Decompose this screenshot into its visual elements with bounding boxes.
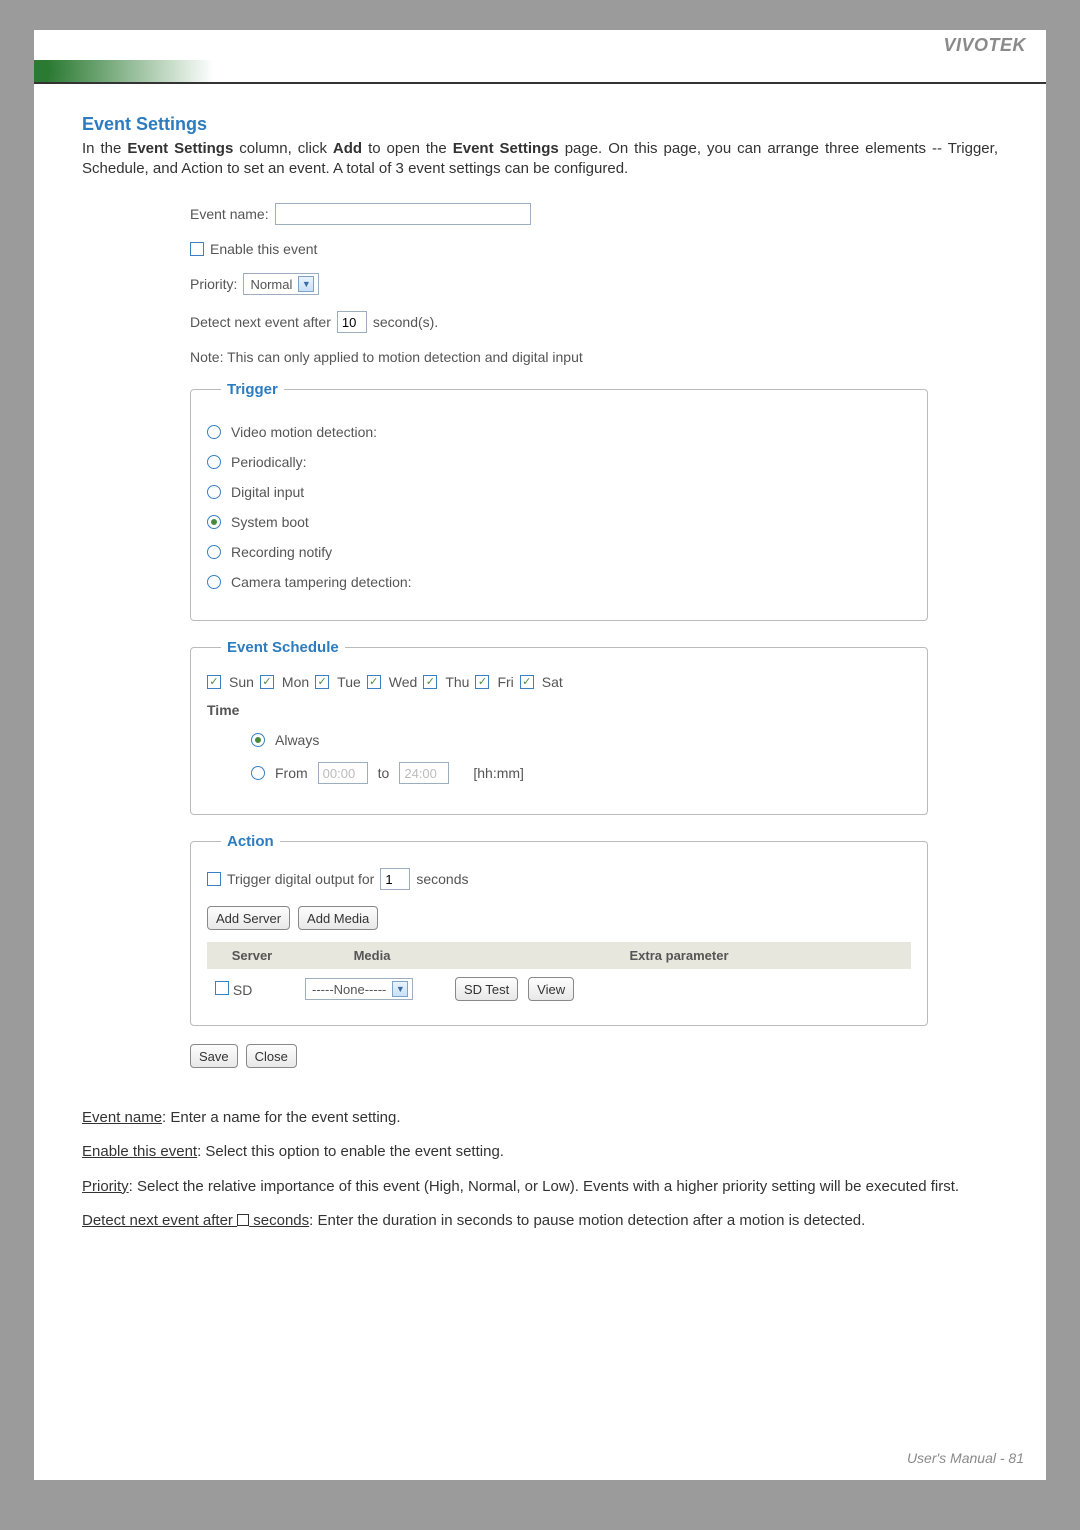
manual-page: VIVOTEK Event Settings In the Event Sett… [34, 30, 1046, 1480]
media-select[interactable]: -----None----- ▼ [305, 978, 413, 1000]
day-wed-label: Wed [389, 674, 418, 690]
desc-detect-term: Detect next event after seconds [82, 1212, 309, 1229]
trigger-periodically-radio[interactable] [207, 455, 221, 469]
chevron-down-icon: ▼ [298, 276, 314, 292]
day-tue-checkbox[interactable]: ✓ [315, 675, 329, 689]
trigger-recording-notify-radio[interactable] [207, 545, 221, 559]
header-bar: VIVOTEK [34, 30, 1046, 60]
trigger-digital-output-prefix: Trigger digital output for [227, 871, 374, 887]
desc-detect-text: : Enter the duration in seconds to pause… [309, 1212, 865, 1229]
trigger-periodically-label: Periodically: [231, 454, 306, 470]
time-from-input[interactable] [318, 762, 368, 784]
desc-enable-text: : Select this option to enable the event… [197, 1143, 504, 1160]
content-area: Event Settings In the Event Settings col… [34, 84, 1046, 1231]
day-fri-label: Fri [497, 674, 513, 690]
sd-test-button[interactable]: SD Test [455, 977, 518, 1001]
sd-checkbox[interactable]: ✓ [215, 981, 229, 995]
schedule-days: ✓ Sun ✓ Mon ✓ Tue ✓ Wed ✓ Thu ✓ Fri ✓ Sat [207, 674, 911, 690]
square-icon [237, 1214, 249, 1226]
col-extra: Extra parameter [447, 942, 911, 969]
trigger-system-boot-label: System boot [231, 514, 309, 530]
desc-event-name-term: Event name [82, 1109, 162, 1126]
save-button[interactable]: Save [190, 1044, 238, 1068]
day-fri-checkbox[interactable]: ✓ [475, 675, 489, 689]
time-from-label: From [275, 765, 308, 781]
add-server-button[interactable]: Add Server [207, 906, 290, 930]
day-sat-checkbox[interactable]: ✓ [520, 675, 534, 689]
trigger-digital-output-suffix: seconds [416, 871, 468, 887]
schedule-fieldset: Event Schedule ✓ Sun ✓ Mon ✓ Tue ✓ Wed ✓ Thu … [190, 639, 928, 815]
intro-paragraph: In the Event Settings column, click Add … [82, 139, 998, 178]
day-sat-label: Sat [542, 674, 563, 690]
trigger-fieldset: Trigger Video motion detection: Periodic… [190, 381, 928, 621]
detect-next-suffix: second(s). [373, 314, 438, 330]
trigger-digital-input-radio[interactable] [207, 485, 221, 499]
day-wed-checkbox[interactable]: ✓ [367, 675, 381, 689]
brand-logo: VIVOTEK [943, 35, 1026, 56]
desc-priority-text: : Select the relative importance of this… [129, 1178, 959, 1195]
day-tue-label: Tue [337, 674, 361, 690]
action-table: Server Media Extra parameter ✓ SD -----N… [207, 942, 911, 1009]
header-divider [34, 60, 1046, 84]
priority-select-value: Normal [250, 277, 292, 292]
page-footer: User's Manual - 81 [907, 1450, 1024, 1466]
action-fieldset: Action ✓ Trigger digital output for seco… [190, 833, 928, 1026]
priority-select[interactable]: Normal ▼ [243, 273, 319, 295]
day-thu-label: Thu [445, 674, 469, 690]
day-sun-checkbox[interactable]: ✓ [207, 675, 221, 689]
action-legend: Action [221, 833, 280, 850]
event-name-label: Event name: [190, 206, 269, 222]
priority-label: Priority: [190, 276, 237, 292]
enable-event-label: Enable this event [210, 241, 317, 257]
desc-priority-term: Priority [82, 1178, 129, 1195]
day-mon-checkbox[interactable]: ✓ [260, 675, 274, 689]
time-to-label: to [378, 765, 390, 781]
add-media-button[interactable]: Add Media [298, 906, 378, 930]
trigger-legend: Trigger [221, 381, 284, 398]
col-server: Server [207, 942, 297, 969]
day-sun-label: Sun [229, 674, 254, 690]
detect-next-prefix: Detect next event after [190, 314, 331, 330]
chevron-down-icon: ▼ [392, 981, 408, 997]
note-text: Note: This can only applied to motion de… [190, 349, 583, 365]
detect-next-input[interactable] [337, 311, 367, 333]
time-heading: Time [207, 702, 911, 718]
close-button[interactable]: Close [246, 1044, 297, 1068]
day-thu-checkbox[interactable]: ✓ [423, 675, 437, 689]
description-block: Event name: Enter a name for the event s… [82, 1108, 998, 1231]
enable-event-checkbox[interactable]: ✓ [190, 242, 204, 256]
trigger-recording-notify-label: Recording notify [231, 544, 332, 560]
time-always-radio[interactable] [251, 733, 265, 747]
desc-event-name-text: : Enter a name for the event setting. [162, 1109, 400, 1126]
event-form: Event name: ✓ Enable this event Priority… [190, 203, 928, 1068]
trigger-digital-input-label: Digital input [231, 484, 304, 500]
time-always-label: Always [275, 732, 319, 748]
trigger-video-motion-radio[interactable] [207, 425, 221, 439]
trigger-video-motion-label: Video motion detection: [231, 424, 377, 440]
desc-enable-term: Enable this event [82, 1143, 197, 1160]
page-number: 81 [1008, 1450, 1024, 1466]
trigger-digital-output-checkbox[interactable]: ✓ [207, 872, 221, 886]
trigger-camera-tamper-label: Camera tampering detection: [231, 574, 412, 590]
trigger-digital-output-input[interactable] [380, 868, 410, 890]
day-mon-label: Mon [282, 674, 309, 690]
media-select-value: -----None----- [312, 982, 386, 997]
schedule-legend: Event Schedule [221, 639, 345, 656]
view-button[interactable]: View [528, 977, 574, 1001]
trigger-camera-tamper-radio[interactable] [207, 575, 221, 589]
col-media: Media [297, 942, 447, 969]
event-name-input[interactable] [275, 203, 531, 225]
sd-label: SD [233, 982, 252, 998]
time-to-input[interactable] [399, 762, 449, 784]
table-row: ✓ SD -----None----- ▼ SD Test View [207, 969, 911, 1009]
time-from-radio[interactable] [251, 766, 265, 780]
section-heading: Event Settings [82, 114, 998, 135]
trigger-system-boot-radio[interactable] [207, 515, 221, 529]
footer-label: User's Manual - [907, 1450, 1008, 1466]
time-hint: [hh:mm] [473, 765, 524, 781]
